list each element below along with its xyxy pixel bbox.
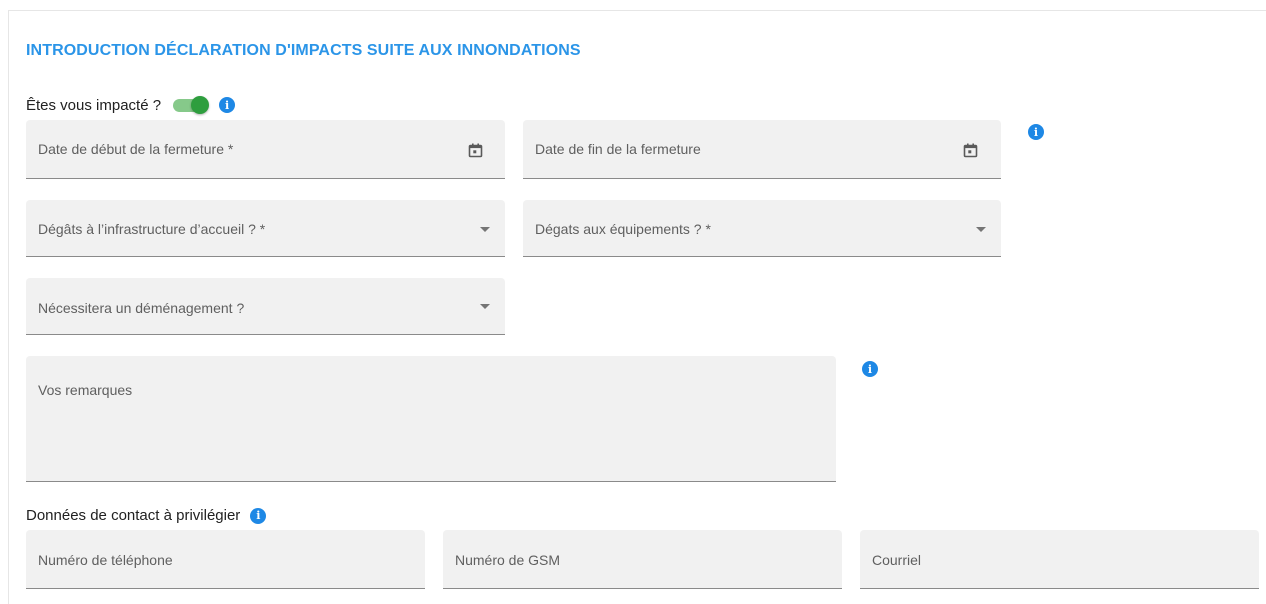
email-label: Courriel: [872, 552, 922, 568]
mobile-field[interactable]: Numéro de GSM: [443, 530, 842, 589]
impacted-row: Êtes vous impacté ? i: [26, 96, 236, 114]
impacted-label: Êtes vous impacté ?: [26, 96, 162, 114]
phone-label: Numéro de téléphone: [38, 552, 173, 568]
page-title: INTRODUCTION DÉCLARATION D'IMPACTS SUITE…: [26, 42, 581, 59]
info-icon[interactable]: i: [250, 507, 267, 524]
info-icon[interactable]: i: [862, 361, 878, 377]
info-icon[interactable]: i: [219, 97, 236, 113]
phone-field[interactable]: Numéro de téléphone: [26, 530, 425, 589]
equipment-damage-label: Dégats aux équipements ? *: [535, 221, 711, 237]
dropdown-arrow-icon: [976, 227, 986, 232]
impacted-toggle[interactable]: [171, 96, 210, 114]
infrastructure-damage-label: Dégâts à l’infrastructure d’accueil ? *: [38, 221, 266, 237]
dropdown-arrow-icon: [480, 227, 490, 232]
closure-end-date-field[interactable]: Date de fin de la fermeture: [523, 120, 1001, 179]
info-icon[interactable]: i: [1028, 124, 1044, 140]
contact-section-row: Données de contact à privilégier i: [26, 507, 267, 524]
closure-end-date-label: Date de fin de la fermeture: [535, 141, 701, 157]
calendar-icon[interactable]: [963, 143, 978, 158]
equipment-damage-select[interactable]: Dégats aux équipements ? *: [523, 200, 1001, 257]
closure-start-date-label: Date de début de la fermeture *: [38, 141, 234, 157]
infrastructure-damage-select[interactable]: Dégâts à l’infrastructure d’accueil ? *: [26, 200, 505, 257]
email-field[interactable]: Courriel: [860, 530, 1259, 589]
contact-section-label: Données de contact à privilégier: [26, 507, 241, 524]
relocation-label: Nécessitera un déménagement ?: [38, 300, 245, 316]
remarks-label: Vos remarques: [38, 382, 133, 398]
relocation-select[interactable]: Nécessitera un déménagement ?: [26, 278, 505, 335]
toggle-thumb: [191, 96, 210, 114]
closure-start-date-field[interactable]: Date de début de la fermeture *: [26, 120, 505, 179]
mobile-label: Numéro de GSM: [455, 552, 561, 568]
calendar-icon[interactable]: [468, 143, 483, 158]
remarks-textarea[interactable]: Vos remarques: [26, 356, 836, 482]
dropdown-arrow-icon: [480, 304, 490, 309]
